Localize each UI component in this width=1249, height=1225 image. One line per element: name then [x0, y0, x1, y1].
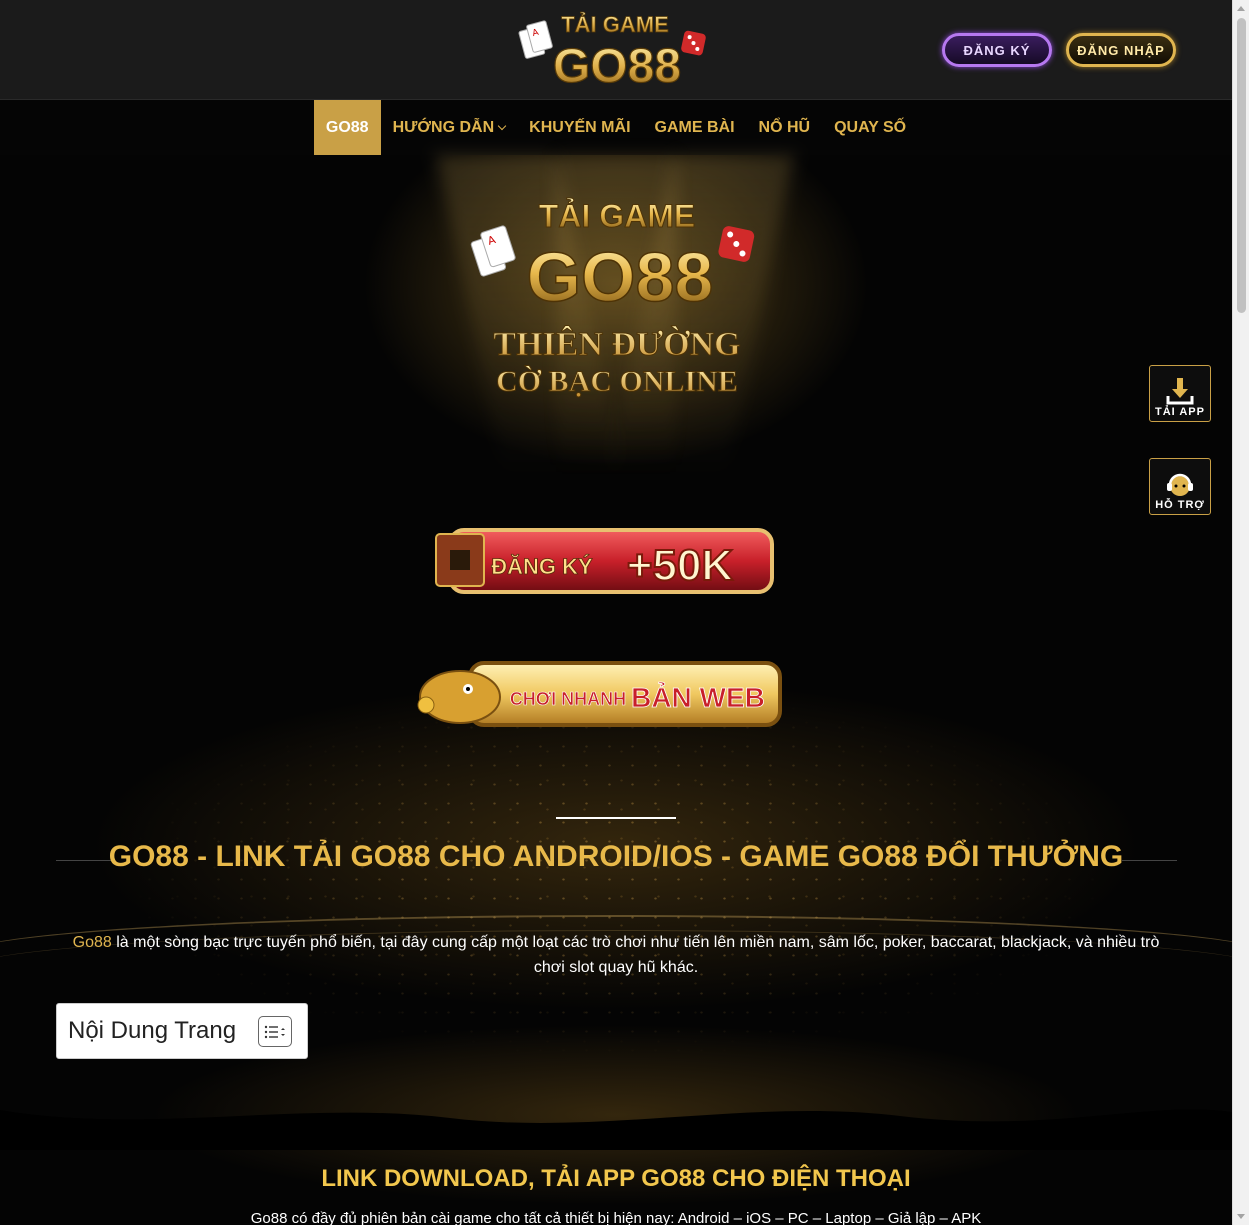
support-label: HỖ TRỢ: [1155, 499, 1205, 511]
register-bonus-banner[interactable]: ĐĂNG KÝ +50K: [432, 518, 792, 613]
nav-label: GO88: [325, 118, 369, 136]
nav-item-khuyen-mai[interactable]: KHUYẾN MÃI: [517, 100, 642, 155]
nav-item-go88[interactable]: GO88: [313, 100, 381, 155]
cards-icon: A: [518, 20, 553, 59]
svg-text:ĐĂNG KÝ: ĐĂNG KÝ: [491, 554, 593, 579]
svg-text:CHƠI NHANH: CHƠI NHANH: [510, 689, 626, 709]
page: A TẢI GAME GO88 ĐĂNG KÝ ĐĂNG NHẬP GO88 H…: [0, 0, 1232, 1225]
hero-section: A TẢI GAME GO88 THIÊN ĐƯỜNG CỜ BẠC ONLIN…: [0, 155, 1232, 1225]
download-app-button[interactable]: TẢI APP: [1149, 365, 1211, 422]
svg-text:TẢI GAME: TẢI GAME: [539, 198, 695, 234]
register-button[interactable]: ĐĂNG KÝ: [942, 33, 1052, 67]
house-icon: [435, 533, 485, 587]
nav-item-huong-dan[interactable]: HƯỚNG DẪN: [381, 100, 518, 155]
section-heading: LINK DOWNLOAD, TẢI APP GO88 CHO ĐIỆN THO…: [321, 1165, 911, 1192]
scrollbar-thumb[interactable]: [1237, 18, 1246, 313]
cards-icon: A: [470, 225, 516, 277]
main-nav: GO88 HƯỚNG DẪN KHUYẾN MÃI GAME BÀI NỔ HŨ…: [0, 100, 1232, 155]
site-logo[interactable]: A TẢI GAME GO88: [515, 8, 715, 90]
table-of-contents: Nội Dung Trang: [56, 1003, 308, 1059]
svg-text:GO88: GO88: [527, 238, 714, 316]
intro-text: là một sòng bạc trực tuyến phổ biến, tại…: [111, 934, 1160, 976]
scroll-down-icon[interactable]: [1237, 1214, 1245, 1219]
play-web-banner[interactable]: CHƠI NHANH BẢN WEB: [408, 655, 792, 745]
scroll-up-icon[interactable]: [1237, 6, 1245, 11]
svg-text:THIÊN ĐƯỜNG: THIÊN ĐƯỜNG: [493, 325, 740, 363]
download-icon: [1166, 378, 1194, 405]
nav-label: HƯỚNG DẪN: [392, 118, 495, 136]
scrollbar[interactable]: [1232, 0, 1249, 1225]
hero-logo: A TẢI GAME GO88 THIÊN ĐƯỜNG CỜ BẠC ONLIN…: [470, 198, 755, 399]
toc-toggle-button[interactable]: [258, 1016, 292, 1047]
chevron-down-icon: [497, 121, 507, 130]
nav-label: KHUYẾN MÃI: [529, 118, 631, 136]
svg-text:TẢI GAME: TẢI GAME: [561, 12, 669, 37]
nav-item-no-hu[interactable]: NỔ HŨ: [747, 100, 823, 155]
section-wave: [0, 1109, 1232, 1150]
svg-text:BẢN WEB: BẢN WEB: [631, 681, 765, 713]
section-paragraph: Go88 có đầy đủ phiên bản cài game cho tấ…: [250, 1210, 982, 1225]
nav-label: GAME BÀI: [654, 118, 735, 136]
section-divider: [556, 817, 676, 819]
login-button[interactable]: ĐĂNG NHẬP: [1066, 33, 1176, 67]
list-icon: [264, 1025, 285, 1038]
site-header: A TẢI GAME GO88 ĐĂNG KÝ ĐĂNG NHẬP: [0, 0, 1232, 100]
support-button[interactable]: HỖ TRỢ: [1149, 458, 1211, 515]
download-app-label: TẢI APP: [1155, 406, 1205, 418]
intro-link[interactable]: Go88: [73, 934, 112, 951]
svg-text:CỜ BẠC ONLINE: CỜ BẠC ONLINE: [496, 365, 738, 398]
svg-text:GO88: GO88: [553, 40, 681, 90]
dice-icon: [681, 30, 706, 56]
dice-icon: [718, 226, 755, 262]
nav-label: NỔ HŨ: [758, 118, 811, 136]
nav-label: QUAY SỐ: [834, 118, 907, 136]
headset-icon: [1167, 473, 1193, 496]
nav-item-quay-so[interactable]: QUAY SỐ: [822, 100, 918, 155]
svg-text:+50K: +50K: [627, 541, 734, 590]
intro-paragraph: Go88 là một sòng bạc trực tuyến phổ biến…: [55, 930, 1177, 980]
nav-item-game-bai[interactable]: GAME BÀI: [643, 100, 747, 155]
dragon-icon: [417, 670, 501, 724]
page-title: GO88 - LINK TẢI GO88 CHO ANDROID/IOS - G…: [108, 840, 1124, 873]
toc-title: Nội Dung Trang: [68, 1017, 237, 1044]
